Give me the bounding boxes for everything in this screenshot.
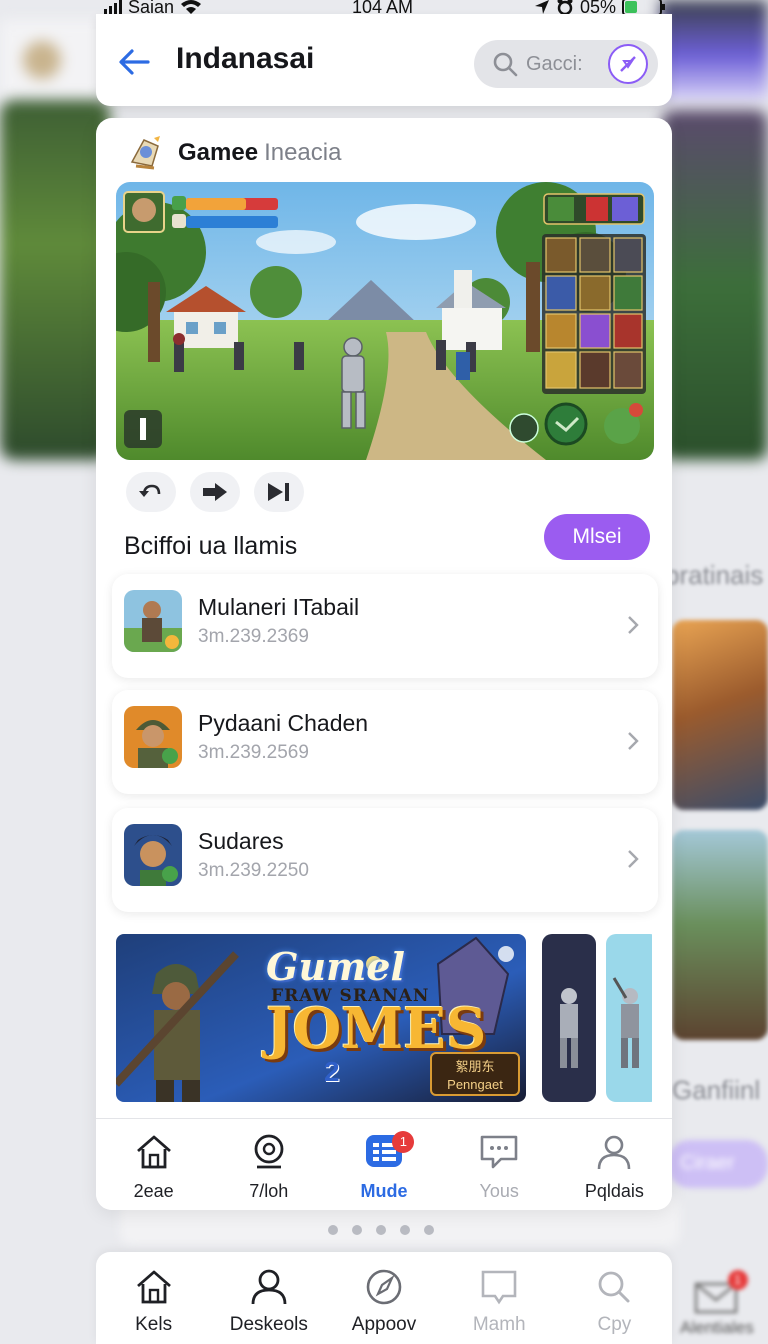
tab-menu[interactable]: 1 Mude: [326, 1119, 441, 1210]
game-subtitle: Ineacia: [264, 139, 342, 166]
background-blur-top-right: [660, 0, 768, 100]
list-item-meta: 3m.239.2569: [198, 742, 309, 763]
background-nav-item: 1 Alentiales: [676, 1258, 768, 1344]
profile-icon: [598, 1135, 631, 1170]
knight-figure-icon: [542, 934, 596, 1102]
signal-icon: [104, 0, 122, 14]
share-button[interactable]: [190, 472, 240, 512]
bottom-navigation: Kels Deskeols Appoov Mamh Cpy: [96, 1252, 672, 1344]
filter-button[interactable]: [608, 44, 648, 84]
search-input[interactable]: Gacci:: [474, 40, 658, 88]
compass-icon: [366, 1269, 402, 1305]
tab-label: 2eae: [133, 1181, 174, 1201]
promo-mini-card[interactable]: [606, 934, 660, 1102]
profile-icon: [251, 1269, 287, 1305]
banner-title: Gumel: [266, 944, 405, 989]
notification-badge: 1: [392, 1131, 415, 1153]
media-controls: [126, 472, 304, 512]
nav-saved[interactable]: Mamh: [442, 1252, 557, 1344]
chevron-right-icon: [628, 850, 639, 868]
slash-filter-icon: [620, 56, 636, 72]
nav-profile[interactable]: Deskeols: [211, 1252, 326, 1344]
skip-next-icon: [268, 483, 289, 501]
tab-label: Yous: [479, 1181, 519, 1201]
game-name: Gamee: [178, 139, 259, 166]
background-label: pratinais: [665, 560, 764, 590]
arrow-left-icon: [119, 49, 150, 75]
game-screenshot[interactable]: [116, 182, 654, 460]
tab-chat[interactable]: 7/loh: [211, 1119, 326, 1210]
nav-explore[interactable]: Appoov: [326, 1252, 441, 1344]
list-item-meta: 3m.239.2369: [198, 626, 309, 647]
nav-label: Kels: [135, 1314, 173, 1335]
background-blur-right-card: [662, 110, 768, 460]
background-image-card: [672, 620, 768, 810]
search-icon: [599, 1271, 630, 1303]
list-item[interactable]: Pydaani Chaden 3m.239.2569: [112, 690, 658, 794]
background-label: Ganfiinl: [672, 1075, 761, 1105]
list-item[interactable]: Mulaneri ITabail 3m.239.2369: [112, 574, 658, 678]
tab-label: 7/loh: [249, 1181, 289, 1201]
list-item[interactable]: Sudares 3m.239.2250: [112, 808, 658, 912]
nav-label: Deskeols: [229, 1314, 308, 1335]
nav-label: Appoov: [351, 1314, 417, 1335]
list-item-name: Pydaani Chaden: [198, 710, 369, 736]
banner-number: 2: [324, 1056, 340, 1087]
game-scene-illustration: [116, 182, 654, 460]
chevron-right-icon: [628, 732, 639, 750]
app-header: Indanasai Gacci:: [96, 14, 672, 106]
message-icon: [480, 1135, 518, 1169]
chat-bubble-icon: [254, 1134, 284, 1169]
location-icon: [534, 0, 549, 14]
more-button[interactable]: Mlsei: [544, 514, 650, 560]
bookmark-icon: [481, 1270, 517, 1305]
skip-button[interactable]: [254, 472, 304, 512]
list-item-meta: 3m.239.2250: [198, 860, 309, 881]
search-placeholder: Gacci:: [526, 52, 583, 75]
promo-mini-card[interactable]: [542, 934, 596, 1102]
undo-icon: [139, 484, 161, 497]
chevron-right-icon: [628, 616, 639, 634]
tab-bar: 2eae 7/loh 1 Mude Yous Pqldais: [96, 1118, 672, 1210]
tab-label: Mude: [360, 1181, 408, 1201]
search-icon: [493, 52, 518, 77]
section-title: Bciffoi ua llamis: [124, 532, 298, 560]
tab-profile[interactable]: Pqldais: [557, 1119, 672, 1210]
helmet-soldier-icon: [124, 706, 182, 768]
page-title: Indanasai: [176, 42, 315, 75]
nav-home[interactable]: Kels: [96, 1252, 211, 1344]
soldier-thumbnail-icon: [124, 590, 182, 652]
tab-home[interactable]: 2eae: [96, 1119, 211, 1210]
home-icon: [136, 1135, 171, 1169]
promo-banner[interactable]: Gumel FRAW SRANAN JOMES 2 絮朋东 Penngaet: [116, 934, 526, 1102]
hero-portrait-icon: [124, 824, 182, 886]
replay-button[interactable]: [126, 472, 176, 512]
promo-carousel: Gumel FRAW SRANAN JOMES 2 絮朋东 Penngaet: [116, 934, 656, 1102]
background-button: Ciraer: [668, 1140, 768, 1188]
banner-badge: 絮朋东 Penngaet: [430, 1052, 520, 1096]
wifi-icon: [181, 0, 202, 14]
page-indicator: [328, 1225, 434, 1235]
list-item-name: Sudares: [198, 828, 284, 854]
list-item-name: Mulaneri ITabail: [198, 594, 360, 620]
nav-search[interactable]: Cpy: [557, 1252, 672, 1344]
mail-icon: [694, 1270, 748, 1314]
nav-label: Mamh: [472, 1314, 526, 1335]
knight-figure-icon: [606, 934, 652, 1102]
forward-arrow-icon: [203, 483, 227, 501]
back-button[interactable]: [114, 44, 154, 80]
tab-messages[interactable]: Yous: [442, 1119, 557, 1210]
background-blur-left-card: [0, 100, 110, 460]
tab-label: Pqldais: [584, 1181, 644, 1201]
game-detail-panel: Gamee Ineacia Bciffoi ua llamis Mlsei Mu…: [96, 118, 672, 1210]
home-icon: [136, 1270, 171, 1304]
game-heading: Gamee Ineacia: [124, 132, 341, 174]
background-image-card: [672, 830, 768, 1040]
nav-label: Cpy: [597, 1314, 632, 1335]
game-logo-icon: [130, 136, 160, 170]
